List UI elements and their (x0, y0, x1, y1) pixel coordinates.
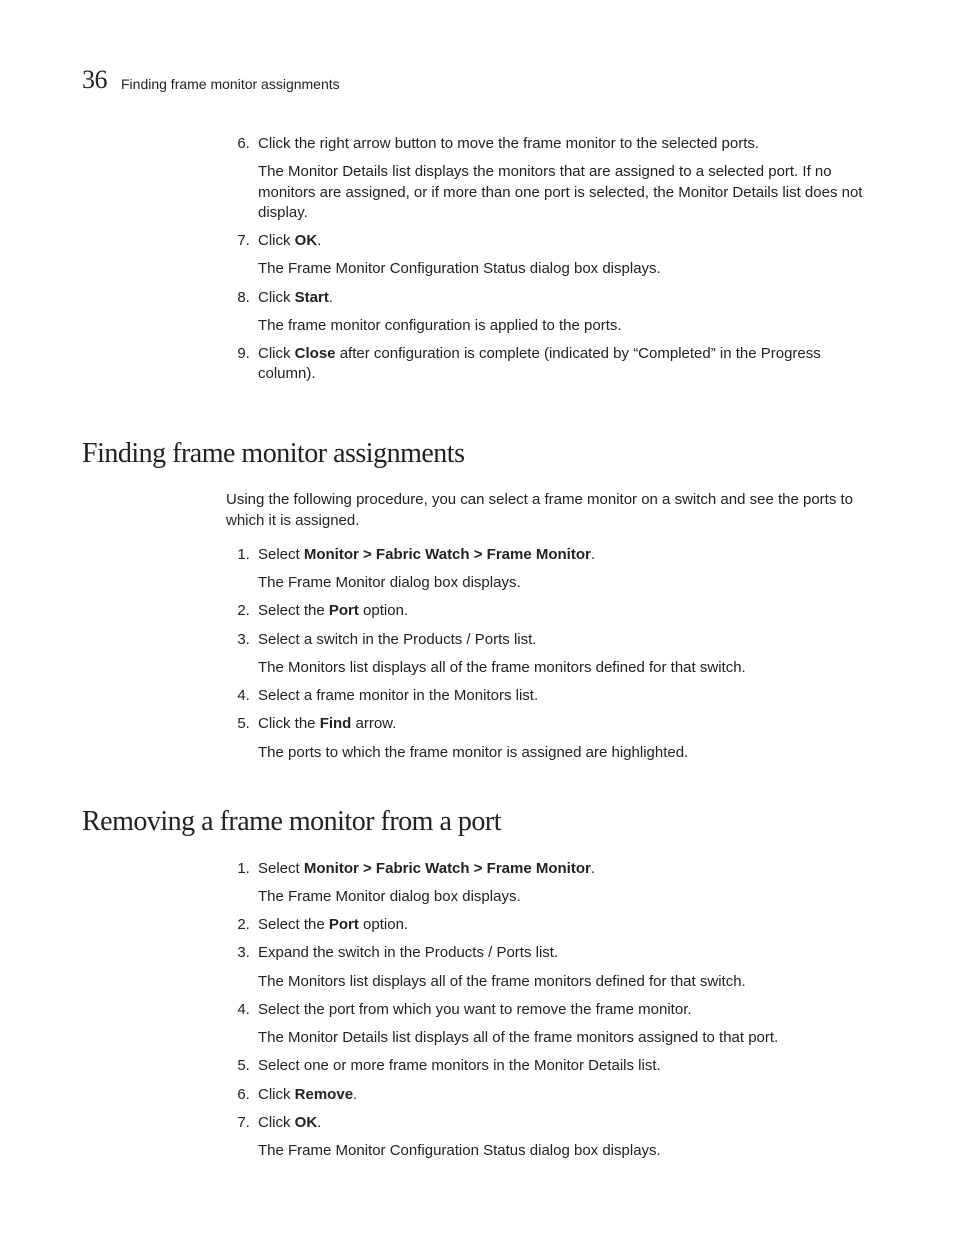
list-item: Click Start. The frame monitor configurat… (254, 288, 872, 337)
step-text: Click Remove. (258, 1086, 357, 1103)
ui-term: Find (320, 715, 352, 732)
step-text: Select the port from which you want to r… (258, 1001, 692, 1018)
list-item: Click OK. The Frame Monitor Configuration… (254, 231, 872, 280)
step-text: Click Close after configuration is compl… (258, 345, 821, 382)
section-heading-removing: Removing a frame monitor from a port (82, 803, 872, 841)
step-text: Select the Port option. (258, 916, 408, 933)
page-number: 36 (82, 62, 107, 97)
step-result: The frame monitor configuration is appli… (258, 316, 872, 336)
procedure-steps-finding: Select Monitor > Fabric Watch > Frame Mo… (222, 545, 872, 763)
step-text: Click OK. (258, 1114, 321, 1131)
step-text: Select one or more frame monitors in the… (258, 1057, 661, 1074)
step-text: Select a frame monitor in the Monitors l… (258, 687, 538, 704)
step-result: The Monitors list displays all of the fr… (258, 658, 872, 678)
list-item: Click Close after configuration is compl… (254, 344, 872, 385)
step-text: Expand the switch in the Products / Port… (258, 944, 558, 961)
list-item: Click Remove. (254, 1085, 872, 1105)
list-item: Select Monitor > Fabric Watch > Frame Mo… (254, 545, 872, 594)
ui-term: Start (295, 289, 329, 306)
procedure-steps-removing: Select Monitor > Fabric Watch > Frame Mo… (222, 859, 872, 1162)
list-item: Select one or more frame monitors in the… (254, 1056, 872, 1076)
step-result: The ports to which the frame monitor is … (258, 743, 872, 763)
ui-term: Monitor > Fabric Watch > Frame Monitor (304, 546, 591, 563)
step-result: The Monitor Details list displays all of… (258, 1028, 872, 1048)
ui-term: OK (295, 1114, 318, 1131)
step-result: The Frame Monitor dialog box displays. (258, 887, 872, 907)
section-heading-finding: Finding frame monitor assignments (82, 435, 872, 473)
list-item: Select a frame monitor in the Monitors l… (254, 686, 872, 706)
list-item: Select the Port option. (254, 601, 872, 621)
step-result: The Monitor Details list displays the mo… (258, 162, 872, 223)
ui-term: Monitor > Fabric Watch > Frame Monitor (304, 860, 591, 877)
step-text: Click OK. (258, 232, 321, 249)
page-header: 36 Finding frame monitor assignments (82, 62, 872, 97)
ui-term: Port (329, 916, 359, 933)
step-result: The Monitors list displays all of the fr… (258, 972, 872, 992)
section-intro: Using the following procedure, you can s… (226, 490, 872, 531)
page-body: Click the right arrow button to move the… (82, 134, 872, 1169)
step-text: Select the Port option. (258, 602, 408, 619)
list-item: Click the Find arrow. The ports to which … (254, 714, 872, 763)
step-result: The Frame Monitor Configuration Status d… (258, 1141, 872, 1161)
list-item: Expand the switch in the Products / Port… (254, 943, 872, 992)
step-text: Select Monitor > Fabric Watch > Frame Mo… (258, 860, 595, 877)
list-item: Click the right arrow button to move the… (254, 134, 872, 223)
list-item: Click OK. The Frame Monitor Configuration… (254, 1113, 872, 1162)
step-text: Click the Find arrow. (258, 715, 396, 732)
step-text: Select a switch in the Products / Ports … (258, 631, 536, 648)
running-title: Finding frame monitor assignments (121, 75, 340, 97)
ui-term: Close (295, 345, 336, 362)
step-text: Select Monitor > Fabric Watch > Frame Mo… (258, 546, 595, 563)
list-item: Select the port from which you want to r… (254, 1000, 872, 1049)
ui-term: Port (329, 602, 359, 619)
list-item: Select the Port option. (254, 915, 872, 935)
step-text: Click Start. (258, 289, 333, 306)
step-text: Click the right arrow button to move the… (258, 135, 759, 152)
ui-term: Remove (295, 1086, 353, 1103)
step-result: The Frame Monitor dialog box displays. (258, 573, 872, 593)
page: 36 Finding frame monitor assignments Cli… (0, 0, 954, 1235)
procedure-steps-continued: Click the right arrow button to move the… (222, 134, 872, 385)
list-item: Select Monitor > Fabric Watch > Frame Mo… (254, 859, 872, 908)
ui-term: OK (295, 232, 318, 249)
step-result: The Frame Monitor Configuration Status d… (258, 259, 872, 279)
list-item: Select a switch in the Products / Ports … (254, 630, 872, 679)
